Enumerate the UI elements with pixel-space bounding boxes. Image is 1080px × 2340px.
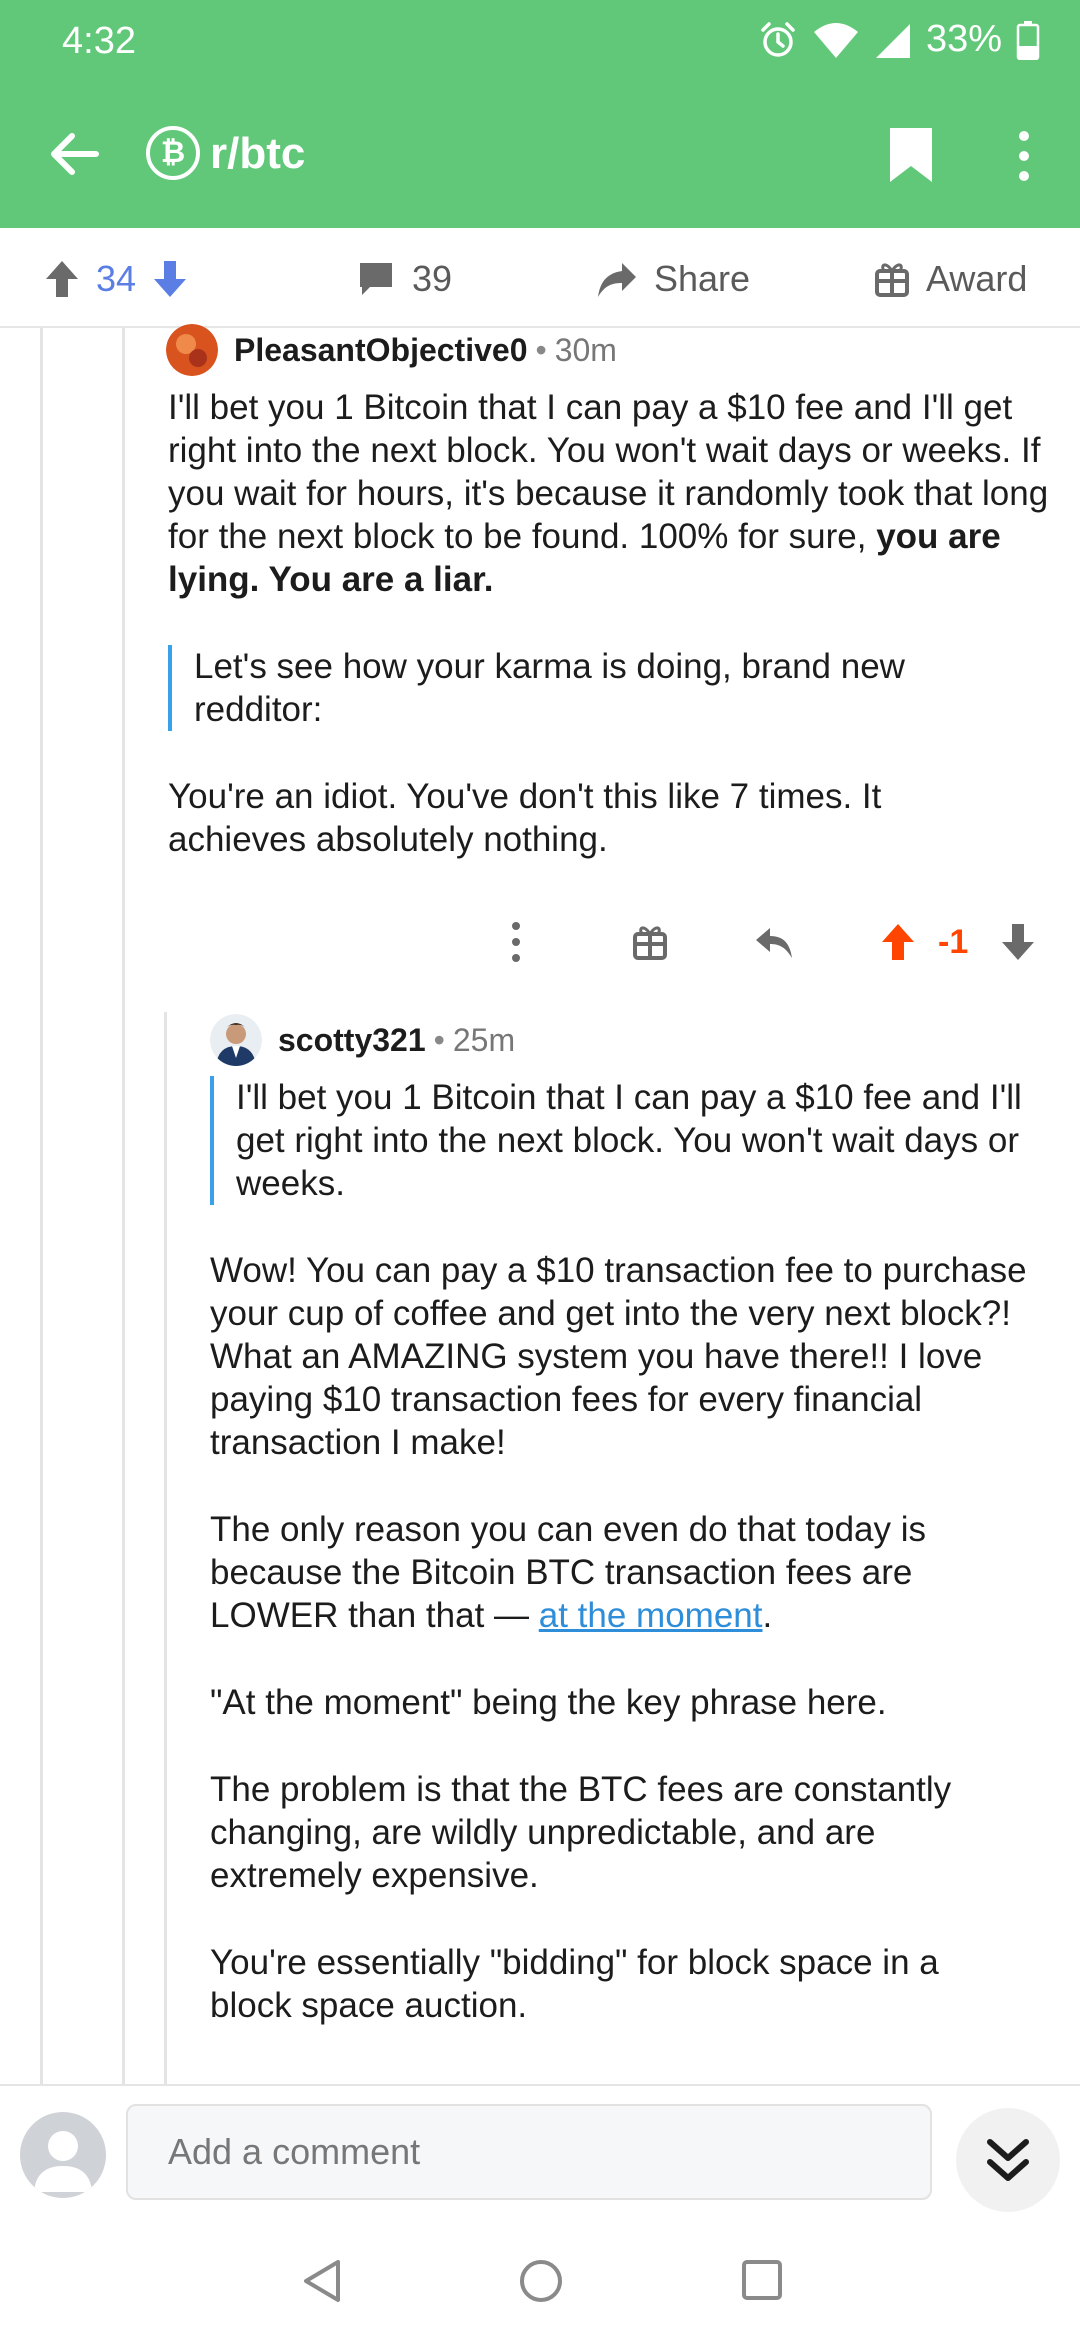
comment-author[interactable]: scotty321 bbox=[278, 1022, 426, 1059]
post-score: 34 bbox=[96, 258, 137, 299]
separator-dot: • bbox=[535, 331, 547, 368]
alarm-icon bbox=[761, 21, 795, 57]
share-button[interactable]: Share bbox=[596, 252, 750, 306]
app-header: 4:32 33% ₿ r/btc bbox=[0, 0, 1080, 228]
comment-paragraph: The problem is that the BTC fees are con… bbox=[210, 1770, 952, 1895]
thread-line-depth-3 bbox=[164, 1012, 167, 2084]
gift-icon[interactable] bbox=[632, 918, 668, 966]
more-options-icon[interactable] bbox=[510, 918, 522, 966]
share-icon bbox=[598, 263, 636, 297]
nav-back-icon[interactable] bbox=[300, 2258, 344, 2304]
comments-button[interactable]: 39 bbox=[356, 252, 452, 306]
comment-paragraph: I'll bet you 1 Bitcoin that I can pay a … bbox=[168, 386, 1058, 601]
comment-author[interactable]: PleasantObjective0 bbox=[234, 332, 527, 369]
system-nav-bar bbox=[0, 2220, 1080, 2340]
bookmark-icon[interactable] bbox=[888, 126, 934, 184]
avatar[interactable] bbox=[166, 324, 218, 376]
downvote-icon[interactable] bbox=[152, 259, 188, 299]
comment-score: -1 bbox=[938, 922, 969, 961]
jump-to-next-button[interactable] bbox=[956, 2108, 1060, 2212]
app-bar: ₿ r/btc bbox=[0, 108, 1080, 198]
blockquote: I'll bet you 1 Bitcoin that I can pay a … bbox=[210, 1076, 1066, 1205]
upvote-icon[interactable] bbox=[44, 259, 80, 299]
comment-link[interactable]: at the moment bbox=[539, 1596, 763, 1635]
separator-dot: • bbox=[433, 1021, 445, 1058]
gift-icon bbox=[875, 263, 909, 297]
post-vote-group: 34 bbox=[44, 252, 188, 306]
downvote-icon[interactable] bbox=[1000, 918, 1036, 966]
comment-header: scotty321 • 25m bbox=[210, 1014, 515, 1066]
comment-paragraph: You're an idiot. You've don't this like … bbox=[168, 777, 882, 859]
comment-action-bar: -1 bbox=[490, 912, 1050, 972]
status-bar: 4:32 33% bbox=[0, 0, 1080, 80]
quote-text: I'll bet you 1 Bitcoin that I can pay a … bbox=[236, 1078, 1022, 1203]
add-comment-input[interactable]: Add a comment bbox=[126, 2104, 932, 2200]
comment-paragraph: "At the moment" being the key phrase her… bbox=[210, 1683, 887, 1722]
award-label: Award bbox=[926, 258, 1028, 299]
comment-body: I'll bet you 1 Bitcoin that I can pay a … bbox=[210, 1076, 1066, 2027]
comment-paragraph: Wow! You can pay a $10 transaction fee t… bbox=[210, 1251, 1027, 1462]
nav-recents-icon[interactable] bbox=[740, 2258, 784, 2302]
subreddit-icon[interactable]: ₿ bbox=[146, 126, 200, 180]
comment-body: I'll bet you 1 Bitcoin that I can pay a … bbox=[168, 386, 1058, 861]
double-chevron-down-icon bbox=[987, 2139, 1029, 2181]
share-label: Share bbox=[654, 258, 751, 299]
thread-line-depth-1 bbox=[40, 328, 43, 2084]
avatar[interactable] bbox=[210, 1014, 262, 1066]
comment-icon bbox=[360, 263, 392, 295]
battery-icon bbox=[1016, 20, 1040, 60]
comment-header: PleasantObjective0 • 30m bbox=[166, 324, 617, 376]
post-action-bar: 34 39 Share Award bbox=[0, 228, 1080, 328]
award-button[interactable]: Award bbox=[874, 252, 1027, 306]
comment-paragraph: The only reason you can even do that tod… bbox=[210, 1508, 1010, 1637]
thread-line-depth-2 bbox=[122, 328, 125, 2084]
status-time: 4:32 bbox=[62, 20, 136, 62]
more-options-icon[interactable] bbox=[1004, 126, 1044, 186]
signal-icon bbox=[875, 23, 910, 58]
nav-home-icon[interactable] bbox=[518, 2258, 564, 2304]
comment-age: 25m bbox=[452, 1021, 516, 1058]
status-icons: 33% bbox=[758, 18, 1040, 61]
reply-icon[interactable] bbox=[754, 918, 794, 966]
quote-text: Let's see how your karma is doing, brand… bbox=[194, 647, 905, 729]
subreddit-title[interactable]: r/btc bbox=[210, 126, 305, 182]
comment-age: 30m bbox=[554, 331, 617, 368]
back-arrow-icon[interactable] bbox=[44, 124, 104, 184]
battery-percent: 33% bbox=[925, 18, 1002, 60]
comment-text: . bbox=[762, 1596, 773, 1635]
user-avatar[interactable] bbox=[20, 2112, 106, 2198]
comment-compose-bar: Add a comment bbox=[0, 2084, 1080, 2220]
upvote-icon[interactable] bbox=[880, 918, 916, 966]
wifi-icon bbox=[813, 22, 858, 58]
comment-paragraph: You're essentially "bidding" for block s… bbox=[210, 1943, 939, 2025]
comment-count: 39 bbox=[412, 258, 453, 299]
blockquote: Let's see how your karma is doing, brand… bbox=[168, 645, 988, 731]
